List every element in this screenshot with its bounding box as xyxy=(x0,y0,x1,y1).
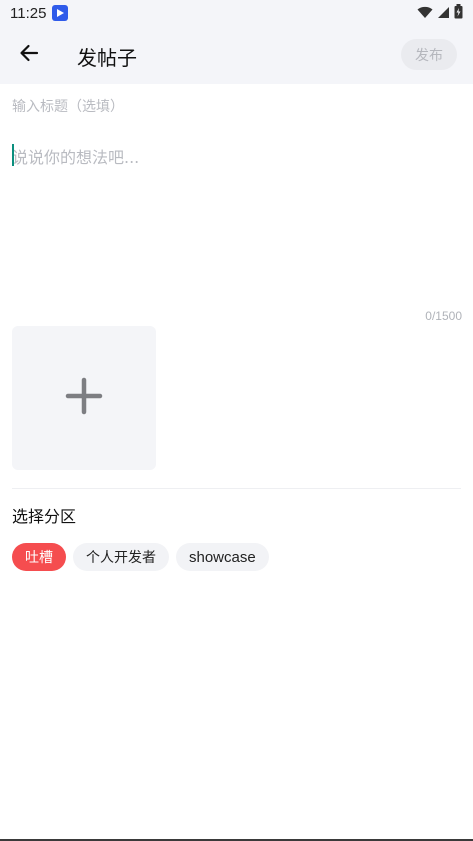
back-button[interactable] xyxy=(12,40,46,70)
status-icons xyxy=(417,3,463,23)
arrow-left-icon xyxy=(19,44,39,66)
signal-icon xyxy=(437,4,450,23)
battery-icon xyxy=(454,3,463,23)
screen: 11:25 发帖子 发布 0/1500 xyxy=(0,0,473,841)
text-caret xyxy=(12,144,14,166)
publish-button[interactable]: 发布 xyxy=(401,39,457,70)
chip-tucao[interactable]: 吐槽 xyxy=(12,543,66,571)
app-bar: 发帖子 发布 xyxy=(0,26,473,84)
play-app-icon xyxy=(52,5,69,21)
category-chips: 吐槽 个人开发者 showcase xyxy=(12,543,269,571)
chip-showcase[interactable]: showcase xyxy=(176,543,269,571)
wifi-icon xyxy=(417,4,433,23)
content-editor xyxy=(12,140,462,305)
char-counter: 0/1500 xyxy=(425,309,462,323)
chip-indie-dev[interactable]: 个人开发者 xyxy=(73,543,169,571)
status-time: 11:25 xyxy=(10,4,47,22)
title-input[interactable] xyxy=(12,94,460,120)
section-label: 选择分区 xyxy=(12,507,77,526)
content-input[interactable] xyxy=(12,140,462,305)
status-bar: 11:25 xyxy=(0,0,473,26)
plus-icon xyxy=(65,377,103,419)
add-image-button[interactable] xyxy=(12,326,156,470)
page-title: 发帖子 xyxy=(77,46,137,70)
divider xyxy=(12,488,461,489)
